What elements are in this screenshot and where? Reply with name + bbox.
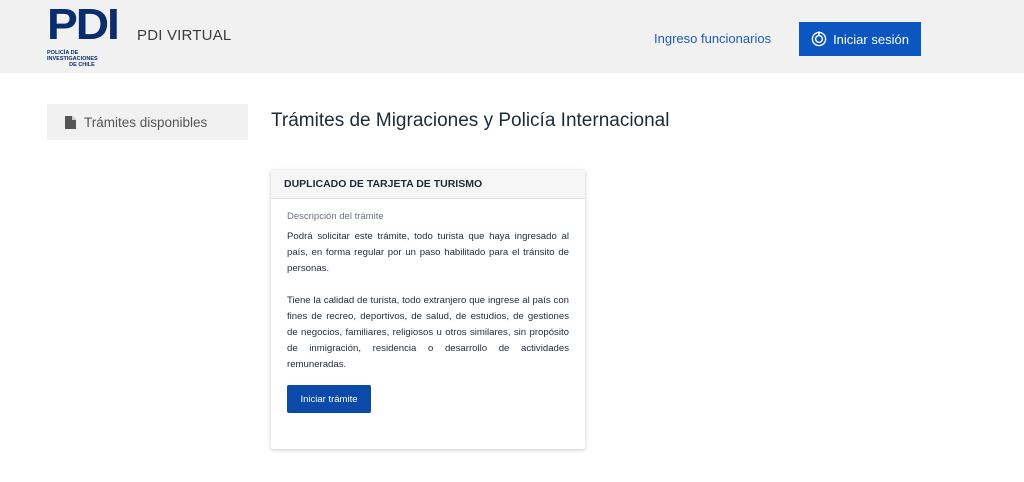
login-button-label: Iniciar sesión: [833, 31, 909, 47]
sidebar-item-label: Trámites disponibles: [84, 114, 208, 130]
card-title: DUPLICADO DE TARJETA DE TURISMO: [271, 170, 585, 199]
logo-subtitle: POLICÍA DE INVESTIGACIONES DE CHILE: [47, 50, 125, 68]
clave-unica-icon: [811, 31, 827, 47]
start-procedure-button[interactable]: Iniciar trámite: [287, 385, 371, 413]
pdi-logo[interactable]: PDI POLICÍA DE INVESTIGACIONES DE CHILE: [47, 3, 125, 69]
logo-mark: PDI: [47, 0, 120, 49]
login-button[interactable]: Iniciar sesión: [799, 22, 921, 56]
description-text: Podrá solicitar este trámite, todo turis…: [287, 229, 569, 373]
card-body: Descripción del trámite Podrá solicitar …: [271, 199, 585, 413]
sidebar-item-tramites[interactable]: Trámites disponibles: [47, 104, 248, 140]
description-paragraph-2: Tiene la calidad de turista, todo extran…: [287, 295, 569, 370]
procedure-card: DUPLICADO DE TARJETA DE TURISMO Descripc…: [271, 170, 585, 449]
officials-login-link[interactable]: Ingreso funcionarios: [654, 31, 771, 46]
top-header: PDI POLICÍA DE INVESTIGACIONES DE CHILE …: [0, 0, 1024, 73]
logo-subtitle-line2: DE CHILE: [69, 62, 95, 68]
description-label: Descripción del trámite: [287, 211, 384, 222]
document-icon: [65, 115, 76, 129]
description-paragraph-1: Podrá solicitar este trámite, todo turis…: [287, 231, 569, 274]
page-title: Trámites de Migraciones y Policía Intern…: [271, 110, 670, 131]
app-title: PDI VIRTUAL: [137, 27, 232, 44]
logo-subtitle-line1: POLICÍA DE INVESTIGACIONES: [47, 50, 98, 62]
